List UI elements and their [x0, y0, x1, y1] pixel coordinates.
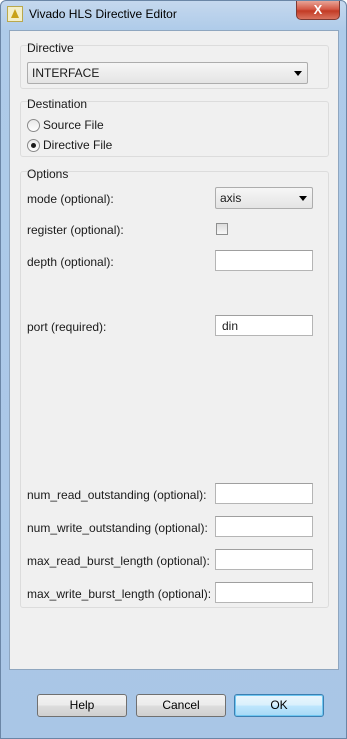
num-write-outstanding-input[interactable]: [215, 516, 313, 537]
register-checkbox[interactable]: [216, 223, 228, 235]
options-group-label: Options: [27, 167, 69, 181]
title-bar[interactable]: Vivado HLS Directive Editor X: [1, 1, 346, 29]
chevron-down-icon: [299, 196, 307, 201]
register-label: register (optional):: [27, 223, 124, 237]
close-button[interactable]: X: [296, 1, 340, 20]
directive-editor-window: Vivado HLS Directive Editor X Directive …: [0, 0, 347, 739]
num-read-outstanding-label: num_read_outstanding (optional):: [27, 488, 207, 502]
depth-label: depth (optional):: [27, 255, 114, 269]
directive-select[interactable]: INTERFACE: [27, 62, 308, 84]
cancel-button[interactable]: Cancel: [136, 694, 226, 717]
depth-input[interactable]: [215, 250, 313, 271]
max-read-burst-length-label: max_read_burst_length (optional):: [27, 554, 210, 568]
port-label: port (required):: [27, 320, 107, 334]
radio-button-source-file[interactable]: [27, 119, 40, 132]
directive-group-label: Directive: [27, 41, 74, 55]
radio-label-directive-file: Directive File: [43, 138, 113, 152]
ok-button[interactable]: OK: [234, 694, 324, 717]
radio-label-source-file: Source File: [43, 118, 104, 132]
destination-group-label: Destination: [27, 97, 88, 111]
mode-select-value: axis: [220, 191, 242, 205]
port-input-value: din: [222, 319, 239, 333]
directive-select-value: INTERFACE: [32, 66, 100, 80]
dialog-body: Directive INTERFACE Destination Source F…: [9, 30, 339, 670]
max-read-burst-length-input[interactable]: [215, 549, 313, 570]
max-write-burst-length-label: max_write_burst_length (optional):: [27, 587, 212, 601]
help-button[interactable]: Help: [37, 694, 127, 717]
num-write-outstanding-label: num_write_outstanding (optional):: [27, 521, 208, 535]
window-title: Vivado HLS Directive Editor: [29, 7, 177, 21]
app-icon: [7, 6, 23, 22]
mode-label: mode (optional):: [27, 192, 114, 206]
radio-button-directive-file[interactable]: [27, 139, 40, 152]
max-write-burst-length-input[interactable]: [215, 582, 313, 603]
num-read-outstanding-input[interactable]: [215, 483, 313, 504]
chevron-down-icon: [294, 71, 302, 76]
mode-select[interactable]: axis: [215, 187, 313, 209]
port-input[interactable]: din: [215, 315, 313, 336]
